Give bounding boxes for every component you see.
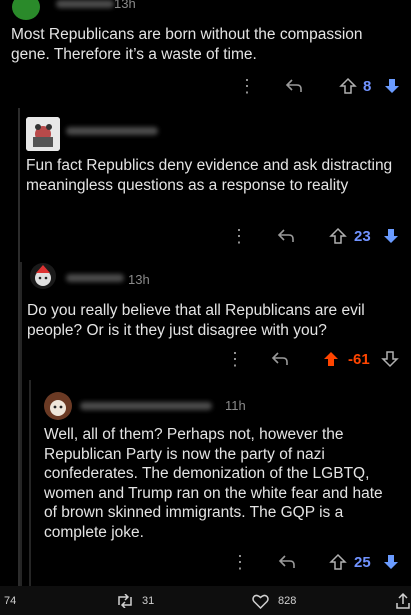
- thread-line-2: [20, 262, 22, 586]
- tweet-action-bar: [0, 586, 411, 615]
- retweet-icon[interactable]: [116, 594, 134, 608]
- like-count: 828: [278, 595, 297, 607]
- avatar[interactable]: [44, 392, 72, 420]
- upvote-icon[interactable]: [329, 553, 347, 571]
- share-icon[interactable]: [396, 592, 410, 609]
- comment-time: 13h: [114, 0, 136, 11]
- more-icon[interactable]: ⋮: [231, 552, 249, 573]
- username-redacted: [56, 0, 114, 8]
- retweet-count: 31: [142, 595, 155, 607]
- upvote-icon[interactable]: [339, 77, 357, 95]
- thread-line-3: [29, 380, 31, 586]
- vote-count: 25: [354, 554, 371, 571]
- username-redacted: [80, 402, 212, 410]
- heart-icon[interactable]: [252, 594, 269, 609]
- comment-body: Fun fact Republics deny evidence and ask…: [26, 157, 393, 194]
- more-icon[interactable]: ⋮: [226, 349, 244, 370]
- reply-icon[interactable]: [285, 78, 303, 94]
- vote-count: 23: [354, 228, 371, 245]
- upvote-icon[interactable]: [322, 350, 340, 368]
- comment-time: 13h: [128, 272, 150, 287]
- vote-count: -61: [348, 351, 370, 368]
- avatar[interactable]: [30, 263, 56, 289]
- username-redacted: [66, 127, 158, 135]
- comment-time: 11h: [225, 398, 246, 413]
- downvote-icon[interactable]: [382, 553, 400, 571]
- avatar[interactable]: [12, 0, 40, 20]
- username-redacted: [66, 274, 124, 282]
- downvote-icon[interactable]: [381, 350, 399, 368]
- comment-body: Most Republicans are born without the co…: [11, 26, 363, 63]
- comment-body: Well, all of them? Perhaps not, however …: [44, 426, 383, 541]
- downvote-icon[interactable]: [382, 227, 400, 245]
- views-count: 74: [4, 595, 17, 607]
- upvote-icon[interactable]: [329, 227, 347, 245]
- more-icon[interactable]: ⋮: [230, 226, 248, 247]
- reply-icon[interactable]: [271, 351, 289, 367]
- reply-icon[interactable]: [277, 228, 295, 244]
- comment-body: Do you really believe that all Republica…: [27, 302, 365, 339]
- vote-count: 8: [363, 78, 372, 95]
- reply-icon[interactable]: [278, 554, 296, 570]
- avatar[interactable]: [26, 117, 60, 151]
- more-icon[interactable]: ⋮: [238, 76, 256, 97]
- downvote-icon[interactable]: [383, 77, 401, 95]
